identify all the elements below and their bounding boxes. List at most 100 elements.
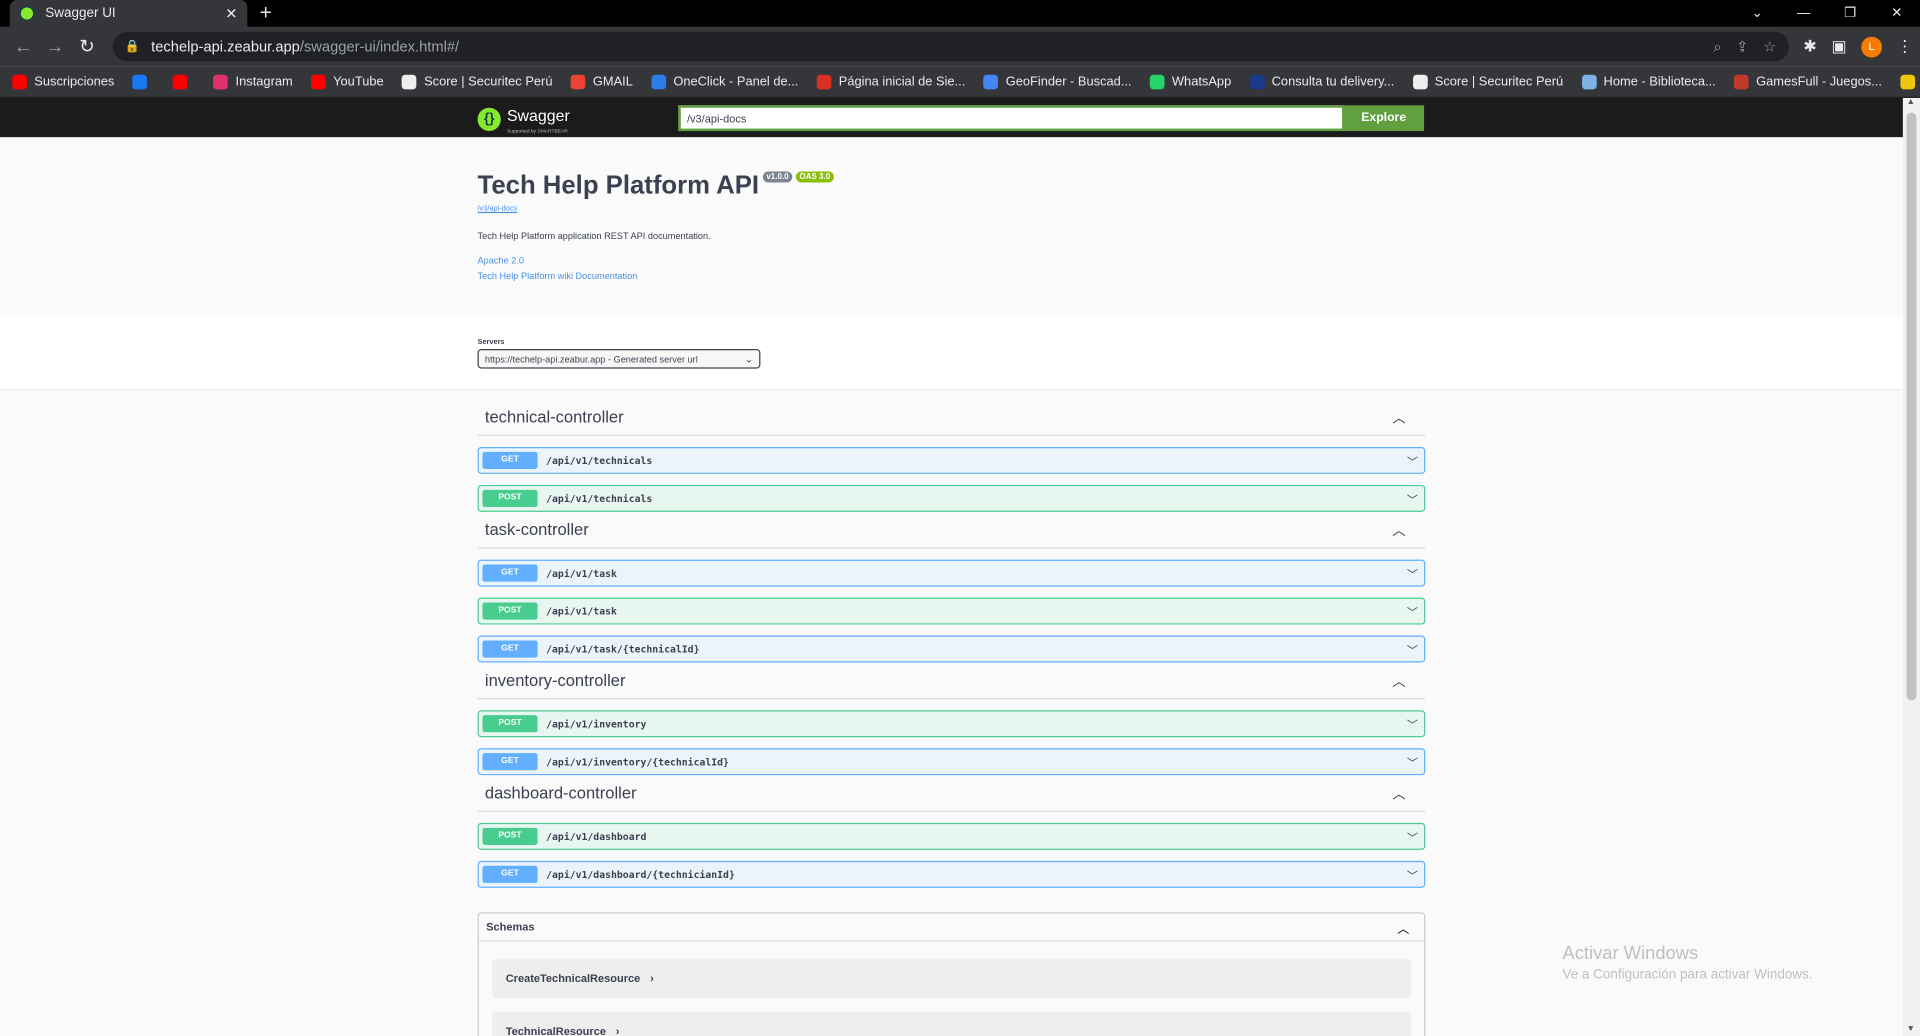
zoom-icon[interactable]: ⌕	[1713, 37, 1721, 55]
chevron-down-icon[interactable]: ﹀	[1407, 565, 1418, 581]
swagger-logo[interactable]: {} Swagger Supported by SMARTBEAR	[477, 105, 570, 133]
method-badge: GET	[482, 564, 538, 582]
explore-button[interactable]: Explore	[1343, 105, 1425, 132]
swagger-logo-icon: {}	[477, 107, 501, 132]
method-badge: POST	[482, 715, 538, 733]
operation-row[interactable]: GET/api/v1/task/{technicalId} ﹀	[477, 635, 1426, 663]
chevron-up-icon[interactable]: ︿	[1392, 520, 1405, 540]
operation-path: /api/v1/inventory	[546, 718, 647, 730]
operation-row[interactable]: POST/api/v1/technicals ﹀	[477, 484, 1426, 512]
chevron-down-icon[interactable]: ﹀	[1407, 641, 1418, 657]
bookmark-favicon-icon	[132, 74, 148, 89]
bookmark-item[interactable]: Score | Securitec Perú	[1412, 74, 1563, 89]
scrollbar-thumb[interactable]	[1906, 112, 1917, 701]
servers-select[interactable]: https://techelp-api.zeabur.app - Generat…	[477, 349, 761, 369]
close-window-icon[interactable]: ✕	[1873, 0, 1920, 27]
address-bar[interactable]: 🔒 techelp-api.zeabur.app /swagger-ui/ind…	[112, 31, 1789, 62]
scroll-up-icon[interactable]: ▲	[1907, 98, 1915, 107]
spec-url-input[interactable]	[678, 105, 1345, 132]
browser-tab[interactable]: Swagger UI ✕	[9, 0, 248, 27]
tab-close-icon[interactable]: ✕	[225, 5, 237, 22]
screen: Swagger UI ✕ + ⌄ — ❐ ✕ ← → ↻ 🔒 techelp-a…	[0, 0, 1920, 1036]
side-panel-icon[interactable]: ▣	[1831, 37, 1846, 57]
schema-model[interactable]: CreateTechnicalResource ›	[492, 958, 1411, 999]
reload-icon[interactable]: ↻	[71, 36, 103, 58]
menu-kebab-icon[interactable]: ⋮	[1897, 37, 1913, 57]
operation-row[interactable]: POST/api/v1/inventory ﹀	[477, 710, 1426, 738]
tag-group-header[interactable]: task-controller ︿	[477, 512, 1426, 549]
bookmark-item[interactable]: Home - Biblioteca...	[1581, 74, 1716, 89]
license-link[interactable]: Apache 2.0	[478, 255, 1426, 266]
bookmark-item[interactable]: Score | Securitec Perú	[402, 74, 552, 89]
tag-group-dashboard-controller: dashboard-controller ︿ POST/api/v1/dashboa…	[477, 775, 1426, 888]
bookmark-favicon-icon	[651, 74, 666, 89]
bookmarks-bar: Suscripciones Instagram YouTube Score | Sec…	[0, 66, 1920, 98]
chevron-down-icon[interactable]: ﹀	[1407, 716, 1418, 732]
bookmark-favicon-icon	[1249, 74, 1265, 89]
share-icon[interactable]: ⇪	[1736, 37, 1748, 55]
operation-row[interactable]: GET/api/v1/task ﹀	[477, 559, 1426, 587]
schemas-header[interactable]: Schemas ︿	[478, 914, 1425, 942]
bookmark-item[interactable]: WhatsApp	[1149, 74, 1232, 89]
new-tab-button[interactable]: +	[260, 1, 272, 25]
bookmark-favicon-icon	[213, 74, 229, 89]
chevron-up-icon[interactable]: ︿	[1392, 783, 1405, 803]
chevron-down-icon[interactable]: ﹀	[1407, 490, 1418, 506]
operation-path: /api/v1/dashboard/{technicianId}	[546, 868, 735, 880]
bookmark-item[interactable]	[132, 74, 155, 89]
bookmark-item[interactable]: Consulta tu delivery...	[1249, 74, 1394, 89]
chevron-down-icon[interactable]: ﹀	[1407, 754, 1418, 770]
chevron-up-icon[interactable]: ︿	[1392, 670, 1405, 690]
bookmark-item[interactable]: YouTube	[311, 74, 384, 89]
chevron-down-icon[interactable]: ﹀	[1407, 866, 1418, 882]
servers-label: Servers	[477, 339, 505, 347]
restore-icon[interactable]: ❐	[1827, 0, 1874, 27]
operation-row[interactable]: GET/api/v1/dashboard/{technicianId} ﹀	[477, 860, 1426, 888]
tag-group-header[interactable]: dashboard-controller ︿	[477, 775, 1426, 812]
chevron-up-icon[interactable]: ︿	[1392, 407, 1405, 427]
bookmark-item[interactable]: OneClick - Panel de...	[651, 74, 798, 89]
back-arrow-icon[interactable]: ←	[7, 36, 39, 57]
chevron-up-icon[interactable]: ︿	[1397, 918, 1409, 936]
bookmark-label: WhatsApp	[1171, 74, 1232, 89]
forward-arrow-icon[interactable]: →	[39, 36, 71, 57]
minimize-icon[interactable]: —	[1780, 0, 1827, 27]
bookmark-star-icon[interactable]: ☆	[1763, 37, 1776, 55]
operation-row[interactable]: POST/api/v1/task ﹀	[477, 597, 1426, 625]
scroll-down-icon[interactable]: ▼	[1907, 1025, 1915, 1034]
bookmark-label: YouTube	[333, 74, 384, 89]
api-docs-link[interactable]: /v3/api-docs	[478, 206, 1426, 213]
bookmark-item[interactable]: GMAIL	[570, 74, 633, 89]
tag-group-header[interactable]: inventory-controller ︿	[477, 663, 1426, 700]
bookmark-favicon-icon	[1900, 74, 1915, 89]
profile-avatar[interactable]: L	[1861, 36, 1883, 57]
api-title: Tech Help Platform API	[477, 171, 760, 200]
bookmark-label: Score | Securitec Perú	[424, 74, 553, 89]
tab-search-icon[interactable]: ⌄	[1734, 0, 1781, 27]
bookmark-item[interactable]: Página inicial de Sie...	[816, 74, 966, 89]
extensions-icon[interactable]: ✱	[1803, 37, 1816, 57]
operation-row[interactable]: GET/api/v1/technicals ﹀	[477, 446, 1426, 474]
bookmark-item[interactable]: GamesFull - Juegos...	[1734, 74, 1882, 89]
bookmark-favicon-icon	[1149, 74, 1165, 89]
bookmark-item[interactable]: PiviGames	[1900, 74, 1920, 89]
bookmark-favicon-icon	[311, 74, 326, 89]
bookmark-item[interactable]: Suscripciones	[12, 74, 114, 89]
page-scrollbar[interactable]: ▲ ▼	[1902, 97, 1920, 1036]
lock-icon[interactable]: 🔒	[125, 40, 140, 53]
chevron-down-icon[interactable]: ﹀	[1407, 452, 1418, 468]
tag-group-header[interactable]: technical-controller ︿	[477, 399, 1426, 436]
browser-toolbar: ← → ↻ 🔒 techelp-api.zeabur.app /swagger-…	[0, 26, 1920, 67]
chevron-down-icon[interactable]: ﹀	[1407, 828, 1418, 844]
watermark-line1: Activar Windows	[1562, 942, 1699, 964]
operation-row[interactable]: GET/api/v1/inventory/{technicalId} ﹀	[477, 748, 1426, 776]
wiki-link[interactable]: Tech Help Platform wiki Documentation	[478, 271, 1426, 282]
chevron-down-icon[interactable]: ﹀	[1407, 603, 1418, 619]
bookmark-item[interactable]: Instagram	[213, 74, 293, 89]
schema-model[interactable]: TechnicalResource ›	[492, 1011, 1411, 1036]
bookmark-label: Página inicial de Sie...	[838, 74, 966, 89]
bookmark-item[interactable]: GeoFinder - Buscad...	[983, 74, 1132, 89]
operation-path: /api/v1/task	[546, 567, 617, 579]
bookmark-item[interactable]	[173, 74, 195, 89]
operation-row[interactable]: POST/api/v1/dashboard ﹀	[477, 822, 1426, 850]
